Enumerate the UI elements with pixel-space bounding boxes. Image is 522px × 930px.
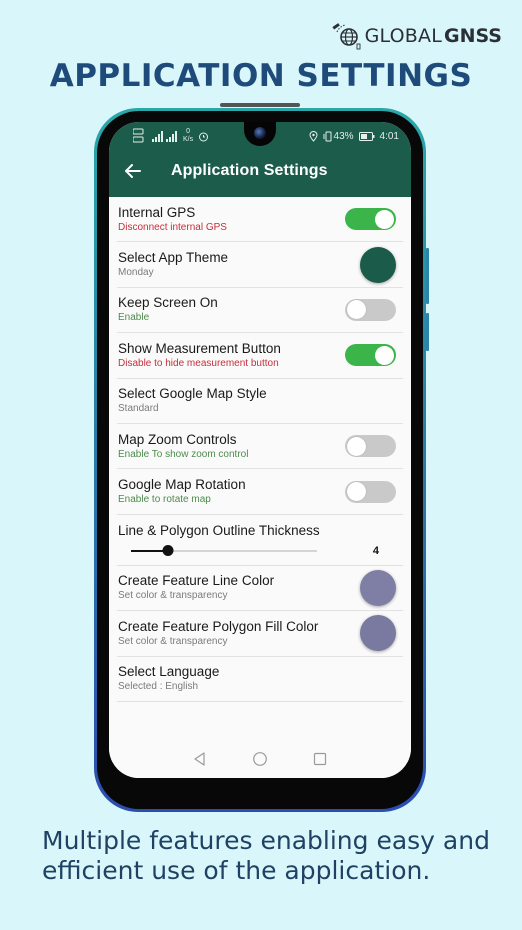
power-button	[426, 313, 429, 351]
setting-title: Select Google Map Style	[118, 386, 267, 402]
setting-title: Line & Polygon Outline Thickness	[118, 523, 320, 539]
setting-title: Internal GPS	[118, 204, 196, 220]
setting-title: Create Feature Polygon Fill Color	[118, 618, 319, 634]
network-speed-value: 0	[186, 128, 191, 135]
brand-logo: GLOBAL GNSS	[331, 22, 502, 50]
setting-subtitle: Set color & transparency	[118, 635, 228, 647]
setting-title: Keep Screen On	[118, 295, 218, 311]
setting-subtitle: Selected : English	[118, 681, 199, 693]
setting-subtitle: Disconnect internal GPS	[118, 221, 227, 233]
setting-title: Map Zoom Controls	[118, 431, 237, 447]
setting-map-zoom-controls[interactable]: Map Zoom Controls Enable To show zoom con…	[117, 424, 403, 470]
setting-text: Select Language Selected : English	[118, 663, 219, 694]
satellite-globe-icon	[331, 23, 361, 50]
setting-text: Select App Theme Monday	[118, 249, 228, 280]
phone-screen: 0 K/s 43% 4:01 Application Settings Inte…	[109, 122, 411, 778]
system-nav-bar	[109, 740, 411, 778]
setting-title: Select Language	[118, 664, 220, 680]
thickness-value: 4	[372, 545, 379, 558]
setting-text: Show Measurement Button Disable to hide m…	[118, 340, 281, 371]
setting-text: Create Feature Polygon Fill Color Set col…	[118, 618, 318, 649]
toggle-switch[interactable]	[345, 298, 396, 321]
setting-text: Select Google Map Style Standard	[118, 385, 267, 416]
toggle-switch[interactable]	[345, 480, 396, 503]
settings-list: Internal GPS Disconnect internal GPS Selec…	[109, 197, 411, 702]
setting-create-feature-line-color[interactable]: Create Feature Line Color Set color & tra…	[117, 566, 403, 612]
setting-title: Show Measurement Button	[118, 340, 281, 356]
setting-subtitle: Enable	[118, 312, 150, 324]
color-swatch[interactable]	[360, 615, 396, 652]
setting-title: Create Feature Line Color	[118, 573, 275, 589]
setting-title: Select App Theme	[118, 250, 229, 266]
toggle-knob	[375, 209, 394, 229]
vibrate-icon	[323, 131, 332, 141]
alarm-icon	[199, 132, 209, 141]
setting-google-map-rotation[interactable]: Google Map Rotation Enable to rotate map	[117, 469, 403, 515]
setting-subtitle: Enable to rotate map	[118, 494, 211, 506]
toggle-knob	[346, 482, 366, 502]
nav-back-icon[interactable]	[192, 751, 208, 767]
toggle-switch[interactable]	[345, 435, 396, 458]
battery-percent: 43%	[333, 130, 354, 142]
network-speed-icon: 0 K/s	[183, 128, 193, 144]
setting-text: Create Feature Line Color Set color & tra…	[118, 572, 274, 603]
network-speed-unit: K/s	[183, 136, 194, 143]
toggle-knob	[375, 345, 394, 365]
signal-icon	[152, 131, 177, 142]
page-headline: APPLICATION SETTINGS	[49, 58, 473, 94]
status-time: 4:01	[379, 130, 399, 142]
setting-subtitle: Monday	[118, 267, 154, 279]
setting-text: Map Zoom Controls Enable To show zoom con…	[118, 431, 248, 462]
phone-frame: 0 K/s 43% 4:01 Application Settings Inte…	[94, 103, 429, 812]
battery-icon	[358, 131, 375, 141]
setting-subtitle: Standard	[118, 403, 159, 415]
color-swatch[interactable]	[360, 569, 396, 606]
arrow-left-icon[interactable]	[123, 161, 143, 181]
setting-internal-gps[interactable]: Internal GPS Disconnect internal GPS	[117, 197, 403, 243]
setting-subtitle: Enable To show zoom control	[118, 448, 249, 460]
setting-keep-screen-on[interactable]: Keep Screen On Enable	[117, 288, 403, 334]
nav-home-icon[interactable]	[252, 751, 268, 767]
setting-text: Internal GPS Disconnect internal GPS	[118, 204, 227, 235]
toggle-knob	[346, 300, 366, 320]
color-swatch[interactable]	[360, 246, 396, 283]
app-bar: 0 K/s 43% 4:01 Application Settings	[109, 122, 411, 197]
toggle-switch[interactable]	[345, 344, 396, 367]
volume-button	[426, 248, 429, 304]
earpiece-speaker	[220, 103, 300, 107]
setting-show-measurement-button[interactable]: Show Measurement Button Disable to hide m…	[117, 333, 403, 379]
toggle-switch[interactable]	[345, 208, 396, 231]
location-icon	[309, 130, 318, 142]
front-camera	[254, 127, 266, 139]
toolbar: Application Settings	[109, 150, 411, 192]
setting-select-app-theme[interactable]: Select App Theme Monday	[117, 242, 403, 288]
page-caption: Multiple features enabling easy and effi…	[42, 826, 490, 885]
setting-select-language[interactable]: Select Language Selected : English	[117, 657, 403, 702]
setting-outline-thickness: Line & Polygon Outline Thickness 4	[117, 515, 403, 566]
setting-text: Keep Screen On Enable	[118, 294, 218, 325]
setting-create-feature-polygon-fill-color[interactable]: Create Feature Polygon Fill Color Set col…	[117, 611, 403, 657]
brand-name-light: GLOBAL	[364, 25, 442, 47]
toggle-knob	[346, 436, 366, 456]
setting-subtitle: Set color & transparency	[118, 590, 228, 602]
nav-recents-icon[interactable]	[312, 751, 328, 767]
setting-subtitle: Disable to hide measurement button	[118, 357, 279, 369]
sim-icon	[133, 128, 144, 143]
slider-thumb[interactable]	[162, 545, 174, 557]
thickness-slider[interactable]	[131, 545, 317, 557]
setting-text: Google Map Rotation Enable to rotate map	[118, 476, 246, 507]
setting-title: Google Map Rotation	[118, 477, 246, 493]
app-title: Application Settings	[171, 162, 328, 179]
brand-name-bold: GNSS	[443, 25, 502, 47]
setting-select-google-map-style[interactable]: Select Google Map Style Standard	[117, 379, 403, 424]
